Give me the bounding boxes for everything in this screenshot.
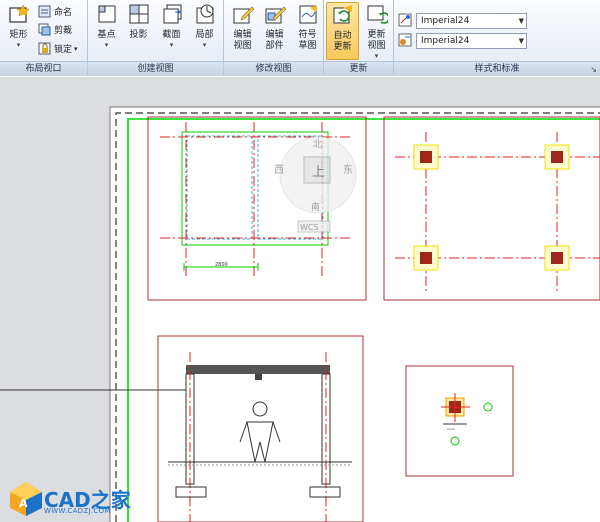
edit-components-icon (265, 6, 286, 24)
detail-view-icon (196, 4, 213, 24)
column-marker (413, 144, 439, 170)
auto-update-icon (333, 5, 352, 24)
edit-view-icon (233, 6, 254, 24)
auto-update-label-2: 更新 (333, 42, 352, 52)
style-combo-1[interactable]: Imperial24 ▼ (416, 13, 527, 29)
symbol-sketch-icon (299, 5, 317, 24)
detail-view-button[interactable]: 局部 ▾ (188, 2, 221, 60)
section-label: 截面 (162, 30, 181, 40)
name-label: 命名 (54, 8, 73, 18)
rectangle-viewport-icon (8, 4, 30, 23)
rectangle-label: 矩形 (9, 30, 28, 40)
edit-view-button[interactable]: 编辑 视图 (226, 2, 259, 60)
panel-title-create-view: 创建视图 (88, 61, 223, 76)
symbol-sketch-button[interactable]: 符号 草图 (291, 2, 324, 60)
panel-layout-viewport: 矩形 ▾ 命名 剪裁 锁定 ▾ 布局视口 (0, 0, 88, 76)
panel-title-styles-standards: 样式和标准 (394, 61, 600, 76)
ribbon: 矩形 ▾ 命名 剪裁 锁定 ▾ 布局视口 基点 ▾ 投影 截面 ▾ 局部 ▾ 创… (0, 0, 600, 76)
update-view-label-1: 更新 (367, 30, 386, 40)
projected-label: 投影 (129, 30, 148, 40)
projected-view-button[interactable]: 投影 (122, 2, 155, 60)
lock-label: 锁定 (54, 45, 73, 55)
cadzj-logo-icon: A (10, 482, 42, 516)
dimension-style-icon (398, 13, 412, 27)
section-view-icon (163, 4, 181, 24)
dropdown-caret-icon: ▾ (104, 41, 109, 49)
column-marker (544, 144, 570, 170)
logo-url: WWW.CADZJ.COM (44, 507, 111, 515)
panel-title-update: 更新 (324, 61, 393, 76)
update-view-label-2: 视图 (367, 41, 386, 51)
edit-components-label-1: 编辑 (265, 30, 284, 40)
update-view-icon (367, 5, 390, 24)
symbol-sketch-label-1: 符号 (298, 30, 317, 40)
dropdown-caret-icon: ▾ (374, 52, 379, 60)
detail-label: 局部 (195, 30, 214, 40)
rectangle-viewport-button[interactable]: 矩形 ▾ (2, 2, 35, 60)
clip-icon (38, 23, 51, 36)
projected-view-icon (129, 4, 148, 24)
symbol-sketch-label-2: 草图 (298, 41, 317, 51)
detail-dimension-text: 1mm (447, 427, 455, 431)
section-style-icon (398, 33, 412, 47)
viewcube-top: 上 (312, 165, 325, 180)
lock-viewport-button[interactable]: 锁定 ▾ (38, 40, 78, 57)
auto-update-label-1: 自动 (333, 31, 352, 41)
dropdown-caret-icon: ▾ (16, 41, 21, 49)
name-icon (38, 5, 51, 18)
base-view-button[interactable]: 基点 ▾ (90, 2, 123, 60)
viewcube-south: 南 (311, 201, 320, 213)
viewcube-wcs: WCS (300, 223, 319, 232)
chevron-down-icon: ▼ (518, 37, 524, 45)
column-marker (544, 245, 570, 271)
panel-update: 自动 更新 更新 视图 ▾ 更新 (324, 0, 394, 76)
dropdown-caret-icon: ▾ (202, 41, 207, 49)
chevron-down-icon: ▼ (518, 17, 524, 25)
clip-viewport-button[interactable]: 剪裁 (38, 21, 72, 38)
style-combo-2-value: Imperial24 (421, 36, 470, 46)
panel-title-modify-view: 修改视图 (224, 61, 323, 76)
panel-launcher-icon[interactable]: ↘ (590, 65, 597, 74)
base-label: 基点 (97, 30, 116, 40)
panel-title-layout-viewport: 布局视口 (0, 61, 87, 76)
svg-text:A: A (19, 497, 28, 510)
base-view-icon (98, 5, 115, 23)
panel-create-view: 基点 ▾ 投影 截面 ▾ 局部 ▾ 创建视图 (88, 0, 224, 76)
drawing-workspace[interactable]: 2800 上 北 南 西 东 WCS 1mm (0, 77, 600, 522)
viewcube-east: 东 (343, 163, 353, 176)
viewcube-north: 北 (313, 139, 322, 150)
style-combo-2[interactable]: Imperial24 ▼ (416, 33, 527, 49)
style-combo-1-value: Imperial24 (421, 16, 470, 26)
update-view-button[interactable]: 更新 视图 ▾ (360, 2, 393, 60)
dimension-text: 2800 (215, 262, 228, 268)
edit-components-label-2: 部件 (265, 41, 284, 51)
name-viewport-button[interactable]: 命名 (38, 3, 72, 20)
dropdown-caret-icon: ▾ (74, 44, 78, 53)
section-view-button[interactable]: 截面 ▾ (155, 2, 188, 60)
dropdown-caret-icon: ▾ (169, 41, 174, 49)
edit-view-label-1: 编辑 (233, 30, 252, 40)
column-marker (413, 245, 439, 271)
auto-update-button[interactable]: 自动 更新 (326, 2, 359, 60)
drawing-canvas[interactable]: 2800 上 北 南 西 东 WCS 1mm (0, 77, 600, 522)
edit-view-label-2: 视图 (233, 41, 252, 51)
edit-components-button[interactable]: 编辑 部件 (258, 2, 291, 60)
panel-modify-view: 编辑 视图 编辑 部件 符号 草图 修改视图 (224, 0, 324, 76)
clip-label: 剪裁 (54, 26, 73, 36)
viewcube-west: 西 (274, 165, 284, 176)
lock-icon (38, 42, 51, 55)
